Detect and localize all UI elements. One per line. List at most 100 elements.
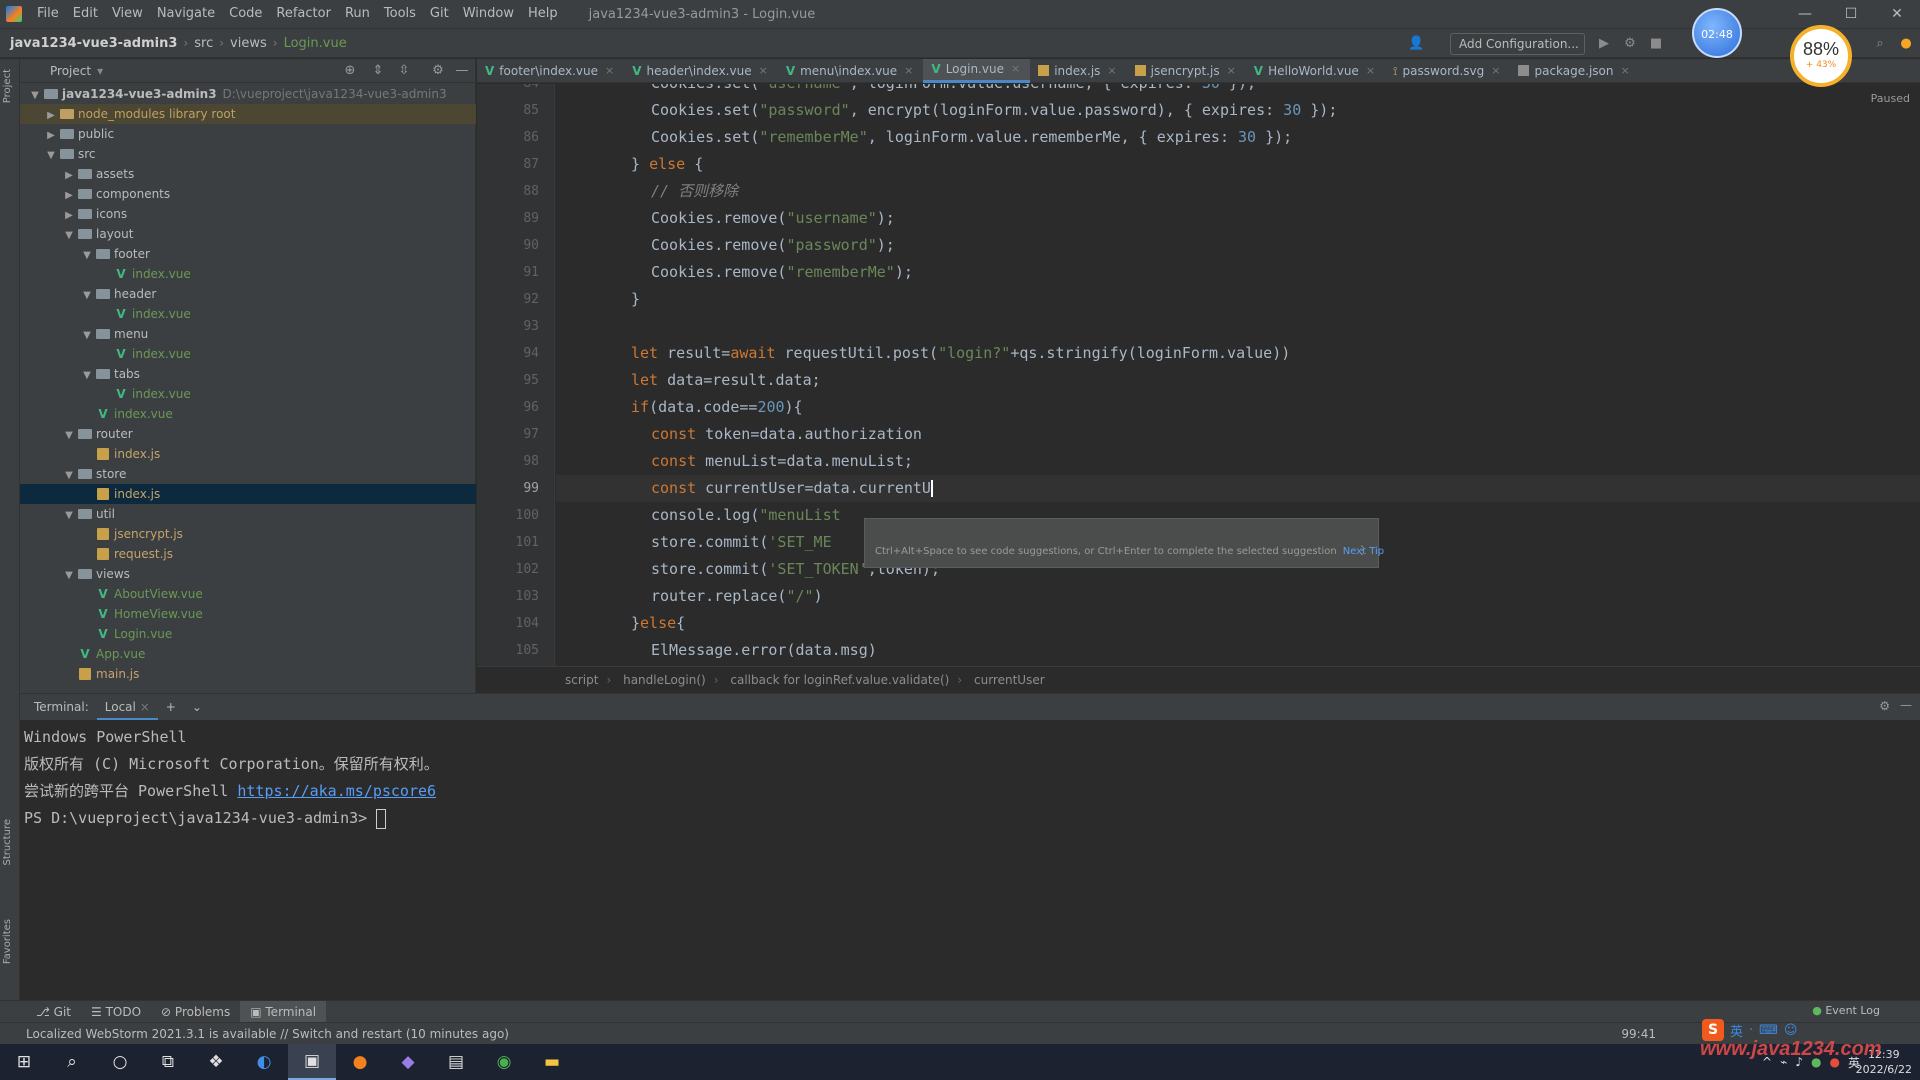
structure-tool-tab[interactable]: Structure xyxy=(2,819,18,866)
chevron-down-icon[interactable]: ⌄ xyxy=(184,694,210,720)
close-icon[interactable]: × xyxy=(1366,59,1375,83)
tree-item-login[interactable]: V Login.vue xyxy=(20,624,476,644)
close-icon[interactable]: × xyxy=(1107,59,1116,83)
menu-edit[interactable]: Edit xyxy=(66,0,105,28)
gear-icon[interactable]: ⚙ xyxy=(1879,699,1890,713)
menu-file[interactable]: File xyxy=(30,0,66,28)
tree-item-footer-index[interactable]: Vindex.vue xyxy=(20,264,476,284)
tree-item-store-index[interactable]: index.js xyxy=(20,484,476,504)
tab-header-index[interactable]: Vheader\index.vue × xyxy=(624,59,778,83)
task-view-icon[interactable]: ⧉ xyxy=(144,1044,192,1080)
close-icon[interactable]: × xyxy=(759,59,768,83)
menu-help[interactable]: Help xyxy=(521,0,565,28)
locate-icon[interactable]: ⊕ xyxy=(342,63,358,79)
code-crumb[interactable]: handleLogin() xyxy=(623,673,706,687)
menu-code[interactable]: Code xyxy=(222,0,269,28)
breadcrumb-project[interactable]: java1234-vue3-admin3 xyxy=(0,36,183,51)
tab-terminal-local[interactable]: Local × xyxy=(96,694,158,720)
debug-icon[interactable]: ⚙ xyxy=(1622,36,1638,52)
tree-item-tabs-index[interactable]: Vindex.vue xyxy=(20,384,476,404)
tree-item-aboutview[interactable]: V AboutView.vue xyxy=(20,584,476,604)
menu-window[interactable]: Window xyxy=(456,0,521,28)
project-view-selector[interactable]: Project xyxy=(50,64,91,78)
close-icon[interactable]: × xyxy=(1491,59,1500,83)
recorder-icon[interactable]: ● xyxy=(336,1044,384,1080)
tree-item-assets[interactable]: ▶ assets xyxy=(20,164,476,184)
tree-item-util[interactable]: ▼ util xyxy=(20,504,476,524)
menu-refactor[interactable]: Refactor xyxy=(269,0,338,28)
menu-tools[interactable]: Tools xyxy=(377,0,423,28)
tree-item-layout-index[interactable]: Vindex.vue xyxy=(20,404,476,424)
tree-item-homeview[interactable]: V HomeView.vue xyxy=(20,604,476,624)
tree-item-public[interactable]: ▶ public xyxy=(20,124,476,144)
pscore-link[interactable]: https://aka.ms/pscore6 xyxy=(237,782,436,800)
chevron-down-icon[interactable]: ▾ xyxy=(97,64,103,78)
tab-login[interactable]: V Login.vue × xyxy=(923,57,1031,83)
keyboard-icon[interactable]: ⌨ xyxy=(1759,1023,1778,1038)
edge-icon[interactable]: ◐ xyxy=(240,1044,288,1080)
tab-package-json[interactable]: package.json × xyxy=(1510,59,1639,83)
user-icon[interactable]: 👤 xyxy=(1408,36,1424,52)
hide-icon[interactable]: — xyxy=(454,63,470,79)
recording-timer-badge[interactable]: 02:48 xyxy=(1692,8,1742,58)
code-editor[interactable]: 84 85 86 87 88 89 90 91 92 93 94 95 96 9… xyxy=(477,84,1920,666)
ime-punct[interactable]: · xyxy=(1749,1023,1753,1038)
windows-start-icon[interactable]: ⊞ xyxy=(0,1044,48,1080)
expand-all-icon[interactable]: ⇕ xyxy=(370,63,386,79)
tree-item-tabs[interactable]: ▼ tabs xyxy=(20,364,476,384)
tab-helloworld[interactable]: V HelloWorld.vue × xyxy=(1246,59,1385,83)
favorites-tool-tab[interactable]: Favorites xyxy=(2,919,18,964)
terminal-output[interactable]: Windows PowerShell 版权所有 (C) Microsoft Co… xyxy=(20,720,1920,836)
ime-mode[interactable]: 英 xyxy=(1730,1021,1743,1040)
update-icon[interactable]: ● xyxy=(1898,36,1914,52)
close-icon[interactable]: × xyxy=(1621,59,1630,83)
close-icon[interactable]: × xyxy=(904,59,913,83)
breadcrumb-file[interactable]: Login.vue xyxy=(278,36,353,51)
tree-item-icons[interactable]: ▶ icons xyxy=(20,204,476,224)
collapse-all-icon[interactable]: ⇳ xyxy=(396,63,412,79)
maximize-icon[interactable]: ☐ xyxy=(1828,0,1874,28)
file-explorer-icon[interactable]: ▬ xyxy=(528,1044,576,1080)
tree-item-footer[interactable]: ▼ footer xyxy=(20,244,476,264)
event-log-button[interactable]: ● Event Log xyxy=(1812,1004,1880,1017)
tab-index-js[interactable]: index.js × xyxy=(1030,59,1126,83)
chrome-icon[interactable]: ◉ xyxy=(480,1044,528,1080)
menu-git[interactable]: Git xyxy=(423,0,456,28)
close-icon[interactable]: × xyxy=(1227,59,1236,83)
plus-icon[interactable]: + xyxy=(158,694,184,720)
close-icon[interactable]: ✕ xyxy=(1874,0,1920,28)
cursor-position[interactable]: 99:41 xyxy=(1621,1023,1656,1045)
stop-icon[interactable]: ■ xyxy=(1648,36,1664,52)
status-message[interactable]: Localized WebStorm 2021.3.1 is available… xyxy=(26,1027,509,1041)
tab-password-svg[interactable]: ⟟ password.svg × xyxy=(1385,59,1510,83)
close-icon[interactable]: × xyxy=(140,700,150,714)
project-tool-tab[interactable]: Project xyxy=(2,69,18,103)
app-icon[interactable]: ◆ xyxy=(384,1044,432,1080)
close-icon[interactable]: × xyxy=(1011,57,1020,81)
tree-item-header[interactable]: ▼ header xyxy=(20,284,476,304)
breadcrumb-src[interactable]: src xyxy=(188,36,219,51)
emoji-icon[interactable]: ☺ xyxy=(1784,1023,1798,1038)
tab-menu-index[interactable]: Vmenu\index.vue × xyxy=(778,59,924,83)
tree-item-node-modules[interactable]: ▶ node_modules library root xyxy=(20,104,476,124)
gear-icon[interactable]: ⚙ xyxy=(430,63,446,79)
tool-tab-git[interactable]: ⎇ Git xyxy=(26,1001,81,1023)
webstorm-taskbar-icon[interactable]: ▣ xyxy=(288,1044,336,1080)
tree-item-app[interactable]: V App.vue xyxy=(20,644,476,664)
menu-view[interactable]: View xyxy=(105,0,150,28)
minimize-icon[interactable]: — xyxy=(1782,0,1828,28)
run-icon[interactable]: ▶ xyxy=(1596,36,1612,52)
tree-item-src[interactable]: ▼ src xyxy=(20,144,476,164)
close-icon[interactable]: × xyxy=(605,59,614,83)
tree-item-menu-index[interactable]: Vindex.vue xyxy=(20,344,476,364)
tree-item-components[interactable]: ▶ components xyxy=(20,184,476,204)
tree-item-menu[interactable]: ▼ menu xyxy=(20,324,476,344)
speed-monitor-ball[interactable]: 88% + 43% xyxy=(1790,25,1852,87)
tool-tab-terminal[interactable]: ▣ Terminal xyxy=(240,1000,327,1023)
tree-item-layout[interactable]: ▼ layout xyxy=(20,224,476,244)
tree-item-request[interactable]: request.js xyxy=(20,544,476,564)
menu-navigate[interactable]: Navigate xyxy=(150,0,222,28)
tree-item-router[interactable]: ▼ router xyxy=(20,424,476,444)
tree-item-main[interactable]: main.js xyxy=(20,664,476,684)
code-crumb[interactable]: script xyxy=(565,673,598,687)
